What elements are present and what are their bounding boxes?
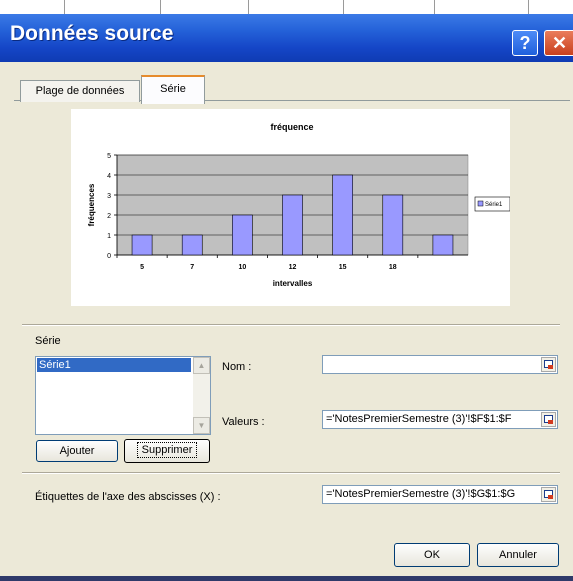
chart-title: fréquence: [270, 122, 313, 132]
bar: [131, 234, 153, 256]
x-tick-label: 10: [238, 264, 246, 271]
close-button[interactable]: ✕: [544, 30, 573, 56]
separator: [22, 472, 560, 474]
bar: [332, 174, 353, 256]
add-series-button[interactable]: Ajouter: [36, 440, 118, 462]
legend-label: Série1: [485, 202, 503, 208]
y-tick-label: 1: [107, 233, 111, 240]
spreadsheet-header-strip: [0, 0, 573, 15]
x-tick-label: 15: [339, 264, 347, 271]
collapse-dialog-icon[interactable]: [541, 412, 556, 427]
help-button[interactable]: ?: [512, 30, 538, 56]
bar: [282, 194, 303, 256]
chart-preview: fréquence 0 1 2 3 4 5 5 7 10 12 15 18 intervalles fréq…: [71, 109, 510, 306]
legend-swatch: [477, 200, 484, 207]
bar: [181, 234, 203, 256]
scroll-down-icon[interactable]: ▼: [193, 417, 210, 434]
y-tick-label: 2: [107, 213, 111, 220]
name-field[interactable]: [322, 355, 558, 374]
x-axis-title: intervalles: [273, 279, 313, 288]
x-tick-label: 18: [389, 264, 397, 271]
x-axis-labels-label: Étiquettes de l'axe des abscisses (X) :: [35, 491, 221, 503]
separator: [22, 324, 560, 326]
ok-button[interactable]: OK: [394, 543, 470, 567]
dialog-title: Données source: [10, 22, 174, 45]
collapse-dialog-icon[interactable]: [541, 357, 556, 372]
bar: [232, 214, 253, 256]
serie-list-item[interactable]: Série1: [37, 358, 191, 372]
values-label: Valeurs :: [222, 416, 265, 428]
taskbar-strip: [0, 576, 573, 581]
bar: [382, 194, 404, 256]
bar: [432, 234, 454, 256]
chart-svg: fréquence0123455 7 10 12 15 18intervallesfréq…: [87, 122, 510, 288]
x-tick-label: 5: [140, 264, 144, 271]
scroll-up-icon[interactable]: ▲: [193, 357, 210, 374]
collapse-dialog-icon[interactable]: [541, 487, 556, 502]
y-tick-label: 4: [107, 173, 111, 180]
tab-serie[interactable]: Série: [141, 75, 205, 104]
values-field[interactable]: ='NotesPremierSemestre (3)'!$F$1:$F: [322, 410, 558, 429]
serie-listbox[interactable]: Série1 ▲ ▼: [35, 356, 211, 435]
tab-plage-de-donnees[interactable]: Plage de données: [20, 80, 140, 102]
x-tick-label: 12: [289, 264, 297, 271]
y-tick-label: 3: [107, 193, 111, 200]
x-tick-label: 7: [190, 264, 194, 271]
x-axis-labels-field[interactable]: ='NotesPremierSemestre (3)'!$G$1:$G: [322, 485, 558, 504]
name-label: Nom :: [222, 361, 252, 373]
cancel-button[interactable]: Annuler: [477, 543, 559, 567]
remove-series-button[interactable]: Supprimer: [124, 439, 210, 463]
serie-group-label: Série: [35, 335, 61, 347]
listbox-scrollbar[interactable]: ▲ ▼: [193, 357, 210, 434]
y-tick-label: 0: [107, 253, 111, 260]
y-tick-label: 5: [107, 153, 111, 160]
y-axis-title: fréquences: [87, 183, 96, 226]
